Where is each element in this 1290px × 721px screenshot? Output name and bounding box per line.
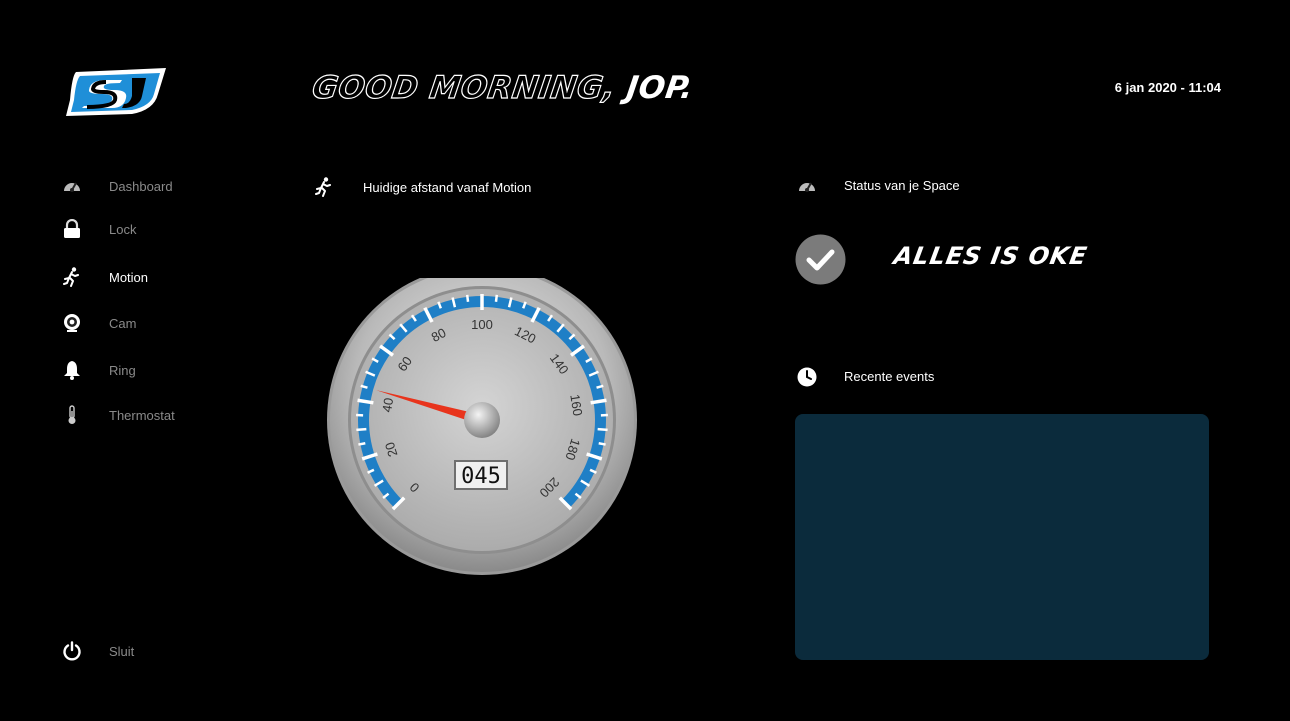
gauge-tick xyxy=(465,294,470,302)
check-circle-icon xyxy=(795,234,846,289)
odometer-value: 045 xyxy=(461,464,501,489)
sidebar-item-label: Sluit xyxy=(109,643,135,659)
events-section-title: Recente events xyxy=(844,369,935,384)
greeting-prefix: GOOD MORNING, xyxy=(309,69,618,106)
sidebar-item-label: Lock xyxy=(109,221,137,237)
gauge-tick xyxy=(494,294,499,302)
power-icon xyxy=(62,641,82,661)
sidebar-item-thermostat[interactable]: Thermostat xyxy=(62,402,262,428)
thermometer-icon xyxy=(62,405,82,425)
sidebar-item-dashboard[interactable]: Dashboard xyxy=(62,173,262,199)
gauge-tick xyxy=(358,441,366,446)
distance-gauge: 0 20 40 60 80 100 120 140 160 180 200 045 xyxy=(326,265,638,578)
gauge-tick-label: 40 xyxy=(379,397,396,414)
sidebar-item-label: Thermostat xyxy=(109,407,175,423)
sidebar-item-label: Ring xyxy=(109,362,136,378)
gauge-tick xyxy=(357,398,374,405)
gauge-tick xyxy=(597,427,608,432)
webcam-icon xyxy=(62,313,82,333)
date-time: 6 jan 2020 - 11:04 xyxy=(1114,80,1221,95)
gauge-tick-label: 100 xyxy=(471,317,493,332)
sidebar-item-sluit[interactable]: Sluit xyxy=(62,638,262,664)
sidebar-item-motion[interactable]: Motion xyxy=(62,264,262,290)
sidebar-item-label: Cam xyxy=(109,315,137,331)
running-person-icon xyxy=(62,267,82,287)
gauge-tick xyxy=(356,427,367,432)
sidebar-item-lock[interactable]: Lock xyxy=(62,216,262,242)
sidebar-item-label: Motion xyxy=(109,269,149,285)
clock-icon xyxy=(797,367,817,391)
gauge-icon xyxy=(797,178,817,198)
odometer-display: 045 xyxy=(454,460,508,490)
bell-icon xyxy=(62,360,82,380)
sidebar-item-cam[interactable]: Cam xyxy=(62,310,262,336)
running-person-icon xyxy=(314,177,334,201)
sidebar-item-label: Dashboard xyxy=(109,178,173,194)
greeting-heading: GOOD MORNING, JOP. xyxy=(309,69,696,114)
recent-events-panel xyxy=(795,414,1209,660)
sidebar-item-ring[interactable]: Ring xyxy=(62,357,262,383)
lock-icon xyxy=(62,219,82,239)
gauge-tick xyxy=(598,441,606,446)
greeting-name: JOP. xyxy=(624,70,696,106)
motion-section-title: Huidige afstand vanaf Motion xyxy=(363,180,532,195)
status-section-title: Status van je Space xyxy=(844,178,960,193)
status-message: ALLES IS OKE xyxy=(891,242,1090,270)
gauge-tick xyxy=(590,398,607,405)
gauge-icon xyxy=(62,176,82,196)
gauge-hub xyxy=(464,402,500,438)
brand-logo xyxy=(62,64,170,118)
